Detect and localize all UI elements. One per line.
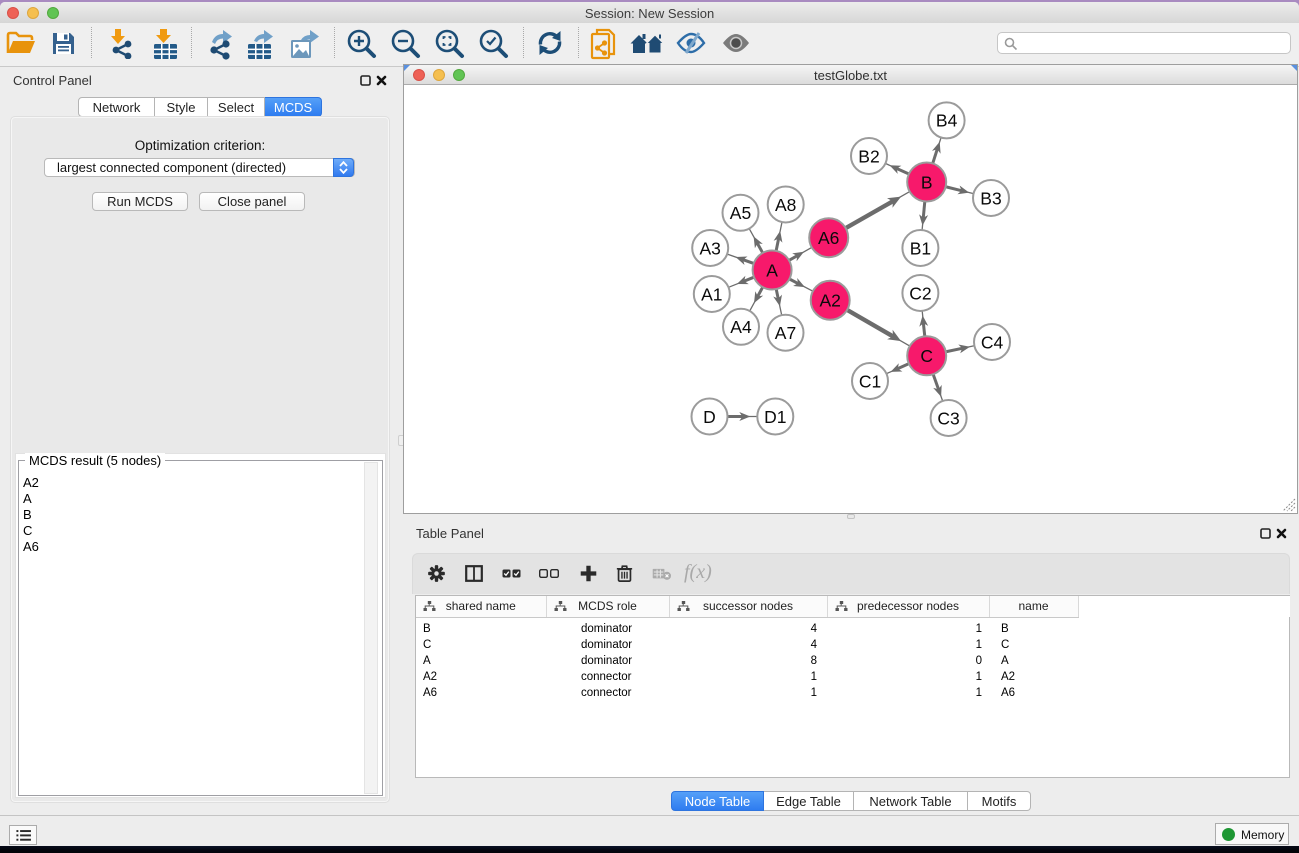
svg-text:C2: C2	[909, 283, 931, 303]
svg-text:D: D	[703, 407, 716, 427]
svg-text:B2: B2	[858, 146, 879, 166]
svg-text:B1: B1	[910, 238, 931, 258]
svg-text:D1: D1	[764, 407, 786, 427]
svg-text:C1: C1	[859, 371, 881, 391]
svg-text:C4: C4	[981, 332, 1004, 352]
svg-text:B3: B3	[980, 188, 1001, 208]
svg-text:C3: C3	[937, 408, 959, 428]
svg-text:A2: A2	[819, 291, 840, 311]
svg-text:B: B	[921, 172, 933, 192]
svg-text:A3: A3	[699, 238, 720, 258]
svg-text:A: A	[766, 260, 778, 280]
svg-text:A1: A1	[701, 284, 722, 304]
svg-text:C: C	[920, 346, 933, 366]
svg-text:A7: A7	[775, 323, 796, 343]
svg-text:A8: A8	[775, 195, 796, 215]
svg-text:A5: A5	[730, 203, 751, 223]
svg-text:A6: A6	[818, 228, 839, 248]
svg-text:A4: A4	[730, 317, 752, 337]
svg-text:B4: B4	[936, 111, 958, 131]
